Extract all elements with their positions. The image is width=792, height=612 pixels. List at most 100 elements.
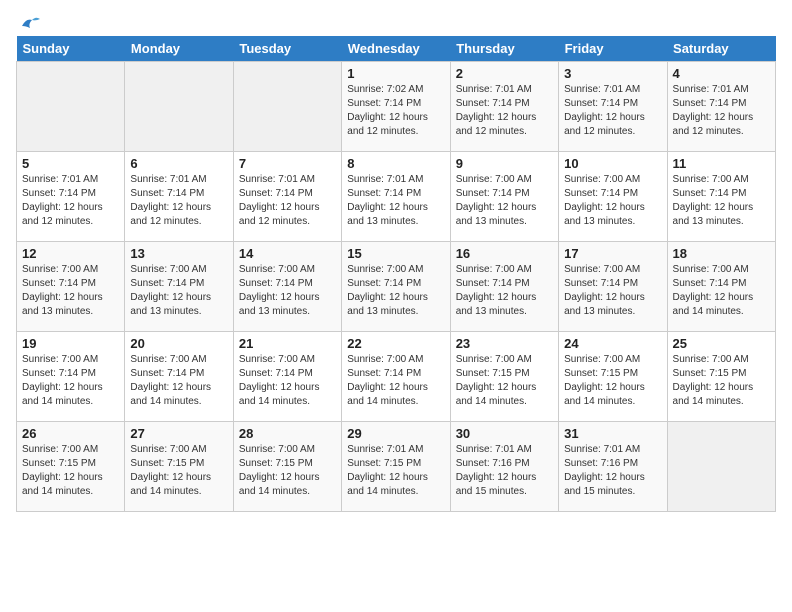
calendar-cell <box>233 62 341 152</box>
day-info: Sunrise: 7:00 AM Sunset: 7:14 PM Dayligh… <box>564 173 661 229</box>
calendar-cell <box>125 62 233 152</box>
calendar-cell: 30 Sunrise: 7:01 AM Sunset: 7:16 PM Dayli… <box>450 422 558 512</box>
day-number: 19 <box>22 336 119 351</box>
day-info: Sunrise: 7:01 AM Sunset: 7:14 PM Dayligh… <box>347 173 444 229</box>
calendar-cell: 23 Sunrise: 7:00 AM Sunset: 7:15 PM Dayli… <box>450 332 558 422</box>
calendar-cell: 21 Sunrise: 7:00 AM Sunset: 7:14 PM Dayli… <box>233 332 341 422</box>
day-number: 18 <box>673 246 770 261</box>
day-info: Sunrise: 7:01 AM Sunset: 7:14 PM Dayligh… <box>130 173 227 229</box>
header-wednesday: Wednesday <box>342 36 450 62</box>
calendar-cell: 8 Sunrise: 7:01 AM Sunset: 7:14 PM Daylig… <box>342 152 450 242</box>
calendar-cell: 18 Sunrise: 7:00 AM Sunset: 7:14 PM Dayli… <box>667 242 775 332</box>
calendar-cell: 22Sunrise: 7:00 AM Sunset: 7:14 PM Dayli… <box>342 332 450 422</box>
calendar-cell <box>17 62 125 152</box>
day-info: Sunrise: 7:00 AM Sunset: 7:15 PM Dayligh… <box>673 353 770 409</box>
day-number: 5 <box>22 156 119 171</box>
calendar-cell: 20 Sunrise: 7:00 AM Sunset: 7:14 PM Dayli… <box>125 332 233 422</box>
day-number: 10 <box>564 156 661 171</box>
day-info: Sunrise: 7:00 AM Sunset: 7:15 PM Dayligh… <box>564 353 661 409</box>
calendar-cell: 29 Sunrise: 7:01 AM Sunset: 7:15 PM Dayli… <box>342 422 450 512</box>
day-info: Sunrise: 7:01 AM Sunset: 7:14 PM Dayligh… <box>22 173 119 229</box>
day-number: 20 <box>130 336 227 351</box>
day-number: 17 <box>564 246 661 261</box>
calendar-cell: 3 Sunrise: 7:01 AM Sunset: 7:14 PM Daylig… <box>559 62 667 152</box>
calendar-cell: 4Sunrise: 7:01 AM Sunset: 7:14 PM Daylig… <box>667 62 775 152</box>
day-info: Sunrise: 7:00 AM Sunset: 7:15 PM Dayligh… <box>239 443 336 499</box>
calendar-cell: 25 Sunrise: 7:00 AM Sunset: 7:15 PM Dayli… <box>667 332 775 422</box>
calendar-cell: 11 Sunrise: 7:00 AM Sunset: 7:14 PM Dayli… <box>667 152 775 242</box>
day-number: 6 <box>130 156 227 171</box>
calendar-week-row: 1Sunrise: 7:02 AM Sunset: 7:14 PM Daylig… <box>17 62 776 152</box>
day-number: 7 <box>239 156 336 171</box>
calendar-cell: 31 Sunrise: 7:01 AM Sunset: 7:16 PM Dayli… <box>559 422 667 512</box>
calendar-week-row: 12Sunrise: 7:00 AM Sunset: 7:14 PM Dayli… <box>17 242 776 332</box>
calendar-cell: 17Sunrise: 7:00 AM Sunset: 7:14 PM Dayli… <box>559 242 667 332</box>
day-info: Sunrise: 7:00 AM Sunset: 7:14 PM Dayligh… <box>130 263 227 319</box>
calendar-cell: 19 Sunrise: 7:00 AM Sunset: 7:14 PM Dayli… <box>17 332 125 422</box>
day-number: 3 <box>564 66 661 81</box>
calendar-week-row: 5 Sunrise: 7:01 AM Sunset: 7:14 PM Daylig… <box>17 152 776 242</box>
day-info: Sunrise: 7:01 AM Sunset: 7:14 PM Dayligh… <box>564 83 661 139</box>
day-number: 23 <box>456 336 553 351</box>
day-info: Sunrise: 7:02 AM Sunset: 7:14 PM Dayligh… <box>347 83 444 139</box>
header-tuesday: Tuesday <box>233 36 341 62</box>
page-header <box>16 16 776 28</box>
calendar-cell: 7 Sunrise: 7:01 AM Sunset: 7:14 PM Daylig… <box>233 152 341 242</box>
day-number: 8 <box>347 156 444 171</box>
calendar-cell: 10 Sunrise: 7:00 AM Sunset: 7:14 PM Dayli… <box>559 152 667 242</box>
day-info: Sunrise: 7:00 AM Sunset: 7:14 PM Dayligh… <box>22 353 119 409</box>
day-number: 4 <box>673 66 770 81</box>
header-monday: Monday <box>125 36 233 62</box>
day-info: Sunrise: 7:00 AM Sunset: 7:14 PM Dayligh… <box>22 263 119 319</box>
day-info: Sunrise: 7:01 AM Sunset: 7:14 PM Dayligh… <box>456 83 553 139</box>
day-info: Sunrise: 7:00 AM Sunset: 7:15 PM Dayligh… <box>22 443 119 499</box>
calendar-cell: 2 Sunrise: 7:01 AM Sunset: 7:14 PM Daylig… <box>450 62 558 152</box>
calendar-cell: 13 Sunrise: 7:00 AM Sunset: 7:14 PM Dayli… <box>125 242 233 332</box>
day-number: 15 <box>347 246 444 261</box>
header-thursday: Thursday <box>450 36 558 62</box>
day-number: 16 <box>456 246 553 261</box>
calendar-cell: 27 Sunrise: 7:00 AM Sunset: 7:15 PM Dayli… <box>125 422 233 512</box>
day-number: 25 <box>673 336 770 351</box>
logo-bird-icon <box>18 16 40 32</box>
day-info: Sunrise: 7:01 AM Sunset: 7:16 PM Dayligh… <box>456 443 553 499</box>
day-info: Sunrise: 7:00 AM Sunset: 7:14 PM Dayligh… <box>239 353 336 409</box>
day-info: Sunrise: 7:01 AM Sunset: 7:15 PM Dayligh… <box>347 443 444 499</box>
day-number: 27 <box>130 426 227 441</box>
day-number: 22 <box>347 336 444 351</box>
day-number: 26 <box>22 426 119 441</box>
day-info: Sunrise: 7:01 AM Sunset: 7:16 PM Dayligh… <box>564 443 661 499</box>
day-number: 21 <box>239 336 336 351</box>
day-info: Sunrise: 7:00 AM Sunset: 7:14 PM Dayligh… <box>673 263 770 319</box>
calendar-cell: 5 Sunrise: 7:01 AM Sunset: 7:14 PM Daylig… <box>17 152 125 242</box>
calendar-cell: 9 Sunrise: 7:00 AM Sunset: 7:14 PM Daylig… <box>450 152 558 242</box>
calendar-header-row: Sunday Monday Tuesday Wednesday Thursday… <box>17 36 776 62</box>
day-info: Sunrise: 7:00 AM Sunset: 7:14 PM Dayligh… <box>130 353 227 409</box>
day-info: Sunrise: 7:01 AM Sunset: 7:14 PM Dayligh… <box>239 173 336 229</box>
header-saturday: Saturday <box>667 36 775 62</box>
day-number: 9 <box>456 156 553 171</box>
day-number: 31 <box>564 426 661 441</box>
day-info: Sunrise: 7:00 AM Sunset: 7:15 PM Dayligh… <box>456 353 553 409</box>
calendar-cell: 14 Sunrise: 7:00 AM Sunset: 7:14 PM Dayli… <box>233 242 341 332</box>
day-number: 11 <box>673 156 770 171</box>
day-number: 13 <box>130 246 227 261</box>
calendar-cell: 6 Sunrise: 7:01 AM Sunset: 7:14 PM Daylig… <box>125 152 233 242</box>
calendar-cell <box>667 422 775 512</box>
calendar-cell: 12Sunrise: 7:00 AM Sunset: 7:14 PM Dayli… <box>17 242 125 332</box>
day-info: Sunrise: 7:00 AM Sunset: 7:14 PM Dayligh… <box>673 173 770 229</box>
day-number: 30 <box>456 426 553 441</box>
day-number: 14 <box>239 246 336 261</box>
day-info: Sunrise: 7:00 AM Sunset: 7:14 PM Dayligh… <box>456 263 553 319</box>
header-sunday: Sunday <box>17 36 125 62</box>
day-info: Sunrise: 7:00 AM Sunset: 7:15 PM Dayligh… <box>130 443 227 499</box>
calendar-cell: 24 Sunrise: 7:00 AM Sunset: 7:15 PM Dayli… <box>559 332 667 422</box>
day-info: Sunrise: 7:00 AM Sunset: 7:14 PM Dayligh… <box>239 263 336 319</box>
calendar-table: Sunday Monday Tuesday Wednesday Thursday… <box>16 36 776 512</box>
day-number: 2 <box>456 66 553 81</box>
day-info: Sunrise: 7:00 AM Sunset: 7:14 PM Dayligh… <box>456 173 553 229</box>
day-number: 29 <box>347 426 444 441</box>
calendar-week-row: 19 Sunrise: 7:00 AM Sunset: 7:14 PM Dayli… <box>17 332 776 422</box>
calendar-cell: 28Sunrise: 7:00 AM Sunset: 7:15 PM Dayli… <box>233 422 341 512</box>
day-number: 24 <box>564 336 661 351</box>
